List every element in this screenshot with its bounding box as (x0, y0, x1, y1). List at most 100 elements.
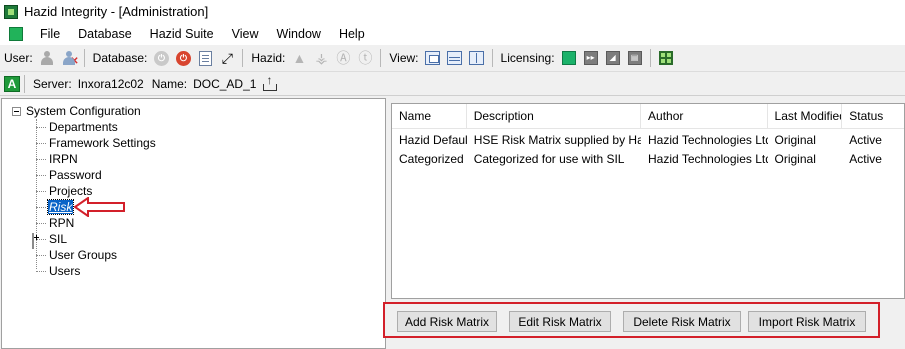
connect-database-button[interactable]: ⏻ (152, 49, 170, 67)
license-modules-button[interactable] (657, 49, 675, 67)
toolbar-separator (491, 49, 493, 67)
logout-user-button[interactable]: ✕ (60, 49, 79, 67)
risk-matrix-list: Name Description Author Last Modified St… (391, 103, 905, 299)
column-header-last-modified[interactable]: Last Modified (768, 104, 843, 128)
user-icon (40, 51, 53, 65)
hazid-study-button[interactable]: ▲ (290, 49, 308, 67)
view-tile-horizontal-button[interactable] (446, 49, 464, 67)
tree-item-label: IRPN (49, 152, 78, 166)
delete-risk-matrix-button[interactable]: Delete Risk Matrix (623, 311, 741, 332)
menu-database[interactable]: Database (69, 23, 141, 45)
login-user-button[interactable] (38, 49, 56, 67)
licensing-label: Licensing: (500, 51, 555, 65)
window-title: Hazid Integrity - [Administration] (24, 4, 209, 19)
tree-item-users[interactable]: Users (36, 263, 81, 279)
tree-node-system-configuration[interactable]: System Configuration (12, 103, 141, 119)
fast-forward-icon: ▸▸ (583, 51, 598, 65)
server-value: Inxora12c02 (77, 76, 144, 91)
column-header-description[interactable]: Description (467, 104, 642, 128)
menu-view[interactable]: View (223, 23, 268, 45)
column-header-author[interactable]: Author (641, 104, 768, 128)
cell-last-modified: Original (774, 133, 816, 147)
status-badge: A (4, 75, 20, 92)
tree-item-framework-settings[interactable]: Framework Settings (36, 135, 157, 151)
tree-item-label: Risk (46, 199, 75, 215)
cell-author: Hazid Technologies Ltd. (648, 133, 768, 147)
properties-icon (198, 50, 212, 66)
collapse-icon[interactable] (12, 106, 21, 116)
configuration-tree: System Configuration Departments Framewo… (1, 98, 386, 349)
view-label: View: (389, 51, 419, 65)
toolbar-separator (83, 49, 85, 67)
license-forward-button[interactable]: ▸▸ (582, 49, 600, 67)
tree-item-departments[interactable]: Departments (36, 119, 119, 135)
database-properties-button[interactable] (196, 49, 214, 67)
toolbar-separator (242, 49, 244, 67)
tree-item-sil[interactable]: SIL (32, 231, 68, 249)
tree-item-rpn[interactable]: RPN (36, 215, 75, 231)
column-header-name[interactable]: Name (392, 104, 467, 128)
cell-name: Categorized (399, 152, 464, 166)
add-risk-matrix-button[interactable]: Add Risk Matrix (397, 311, 497, 332)
hazid-tree-button[interactable]: ⚶ (312, 49, 330, 67)
menu-hazid-suite[interactable]: Hazid Suite (141, 23, 223, 45)
menu-file[interactable]: File (31, 23, 69, 45)
view-tile-vertical-button[interactable] (468, 49, 486, 67)
toolbar: User: ✕ Database: ⏻ ⏻ ⤢ Hazid: ▲ ⚶ Ⓐ ⓣ V… (0, 45, 905, 72)
upload-icon[interactable] (262, 73, 278, 92)
modules-icon (658, 51, 673, 65)
user-label: User: (4, 51, 33, 65)
tree-item-label: Projects (49, 184, 93, 198)
cell-last-modified: Original (774, 152, 816, 166)
edit-risk-matrix-button[interactable]: Edit Risk Matrix (509, 311, 611, 332)
name-value: DOC_AD_1 (193, 76, 257, 91)
tree-item-user-groups[interactable]: User Groups (36, 247, 118, 263)
license-chart-button[interactable]: ◢ (604, 49, 622, 67)
document-icon[interactable] (9, 27, 23, 41)
database-export-button[interactable]: ⤢ (218, 49, 236, 67)
annotation-arrow-icon (74, 197, 125, 217)
chart-icon: ◢ (605, 51, 620, 65)
toolbar-separator (24, 74, 25, 93)
menu-help[interactable]: Help (330, 23, 374, 45)
triangle-icon: ▲ (292, 50, 307, 66)
power-off-icon: ⏻ (175, 50, 191, 66)
tree-item-label: Framework Settings (49, 136, 156, 150)
expand-icon[interactable] (32, 233, 34, 249)
hazid-add-button[interactable]: Ⓐ (334, 49, 352, 67)
import-risk-matrix-button[interactable]: Import Risk Matrix (748, 311, 866, 332)
tree-item-label: RPN (49, 216, 75, 230)
menu-window[interactable]: Window (267, 23, 329, 45)
tree-item-label: SIL (49, 232, 68, 246)
license-icon (561, 51, 576, 65)
clock-icon: ⓣ (358, 50, 373, 66)
list-header: Name Description Author Last Modified St… (392, 104, 904, 129)
tree-root-label: System Configuration (26, 104, 141, 118)
server-label: Server: (33, 76, 72, 91)
list-row[interactable]: Categorized Categorized for use with SIL… (392, 150, 904, 169)
tile-horizontal-icon (447, 51, 463, 65)
view-cascade-button[interactable] (424, 49, 442, 67)
tree-item-label: Users (49, 264, 81, 278)
tree-item-irpn[interactable]: IRPN (36, 151, 79, 167)
tile-vertical-icon (469, 51, 485, 65)
cell-status: Active (849, 133, 882, 147)
database-label: Database: (92, 51, 148, 65)
toolbar-separator (649, 49, 651, 67)
tree-item-label: User Groups (49, 248, 118, 262)
cell-description: Categorized for use with SIL (473, 152, 625, 166)
tree-item-risk[interactable]: Risk (36, 199, 75, 215)
list-row[interactable]: Hazid Default HSE Risk Matrix supplied b… (392, 131, 904, 150)
license-status-button[interactable] (560, 49, 578, 67)
hazid-time-button[interactable]: ⓣ (356, 49, 374, 67)
tree-item-password[interactable]: Password (36, 167, 103, 183)
hazid-label: Hazid: (251, 51, 286, 65)
user-remove-icon: ✕ (62, 51, 79, 67)
disconnect-database-button[interactable]: ⏻ (174, 49, 192, 67)
license-report-button[interactable]: ▤ (626, 49, 644, 67)
action-button-bar: Add Risk Matrix Edit Risk Matrix Delete … (383, 302, 880, 338)
hazid-app-icon (4, 4, 18, 19)
name-label: Name: (151, 76, 188, 91)
column-header-status[interactable]: Status (842, 104, 904, 128)
hierarchy-icon: ⚶ (315, 50, 328, 66)
